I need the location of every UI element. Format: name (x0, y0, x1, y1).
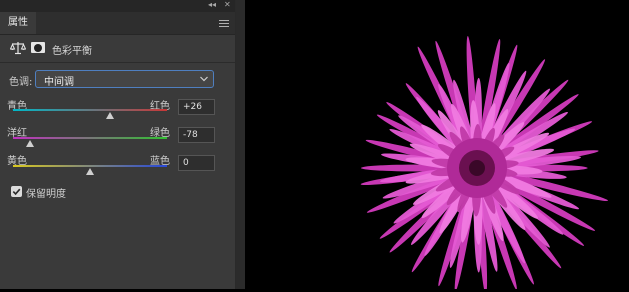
flower-image (360, 36, 608, 292)
tone-select-value: 中间调 (44, 77, 74, 88)
balance-icon (10, 42, 26, 55)
mask-icon[interactable] (31, 42, 45, 53)
magenta-green-value[interactable]: -78 (178, 127, 215, 143)
preserve-luminosity-label[interactable]: 保留明度 (26, 185, 66, 200)
tone-select[interactable]: 中间调 (35, 70, 214, 88)
adjustment-header: 色彩平衡 (0, 36, 235, 60)
header-divider (0, 62, 235, 63)
yellow-blue-slider[interactable] (13, 165, 167, 167)
chevron-down-icon (200, 76, 208, 82)
check-icon (12, 188, 21, 196)
magenta-green-slider-handle[interactable] (25, 140, 34, 147)
cyan-red-slider[interactable] (13, 109, 167, 111)
close-panel-button[interactable]: ✕ (224, 0, 231, 10)
preserve-luminosity-checkbox[interactable] (11, 186, 22, 197)
yellow-blue-slider-handle[interactable] (86, 168, 94, 175)
cyan-red-value[interactable]: +26 (178, 99, 215, 115)
properties-panel: ◂◂ ✕ 属性 色彩平衡 色调: 中间调 青色 红色 +26 洋红 绿色 -78… (0, 0, 236, 289)
panel-menu-icon[interactable] (219, 20, 229, 29)
panel-tab-row: 属性 (0, 12, 235, 35)
panel-scrollbar[interactable] (236, 0, 245, 289)
magenta-green-slider[interactable] (13, 137, 167, 139)
document-canvas[interactable] (245, 0, 629, 292)
adjustment-title: 色彩平衡 (52, 46, 92, 57)
cyan-red-slider-handle[interactable] (106, 112, 115, 119)
collapse-panel-button[interactable]: ◂◂ (208, 0, 216, 10)
tab-properties[interactable]: 属性 (0, 12, 36, 34)
yellow-blue-value[interactable]: 0 (178, 155, 215, 171)
tone-label: 色调: (9, 77, 33, 88)
panel-topbar: ◂◂ ✕ (0, 0, 235, 12)
